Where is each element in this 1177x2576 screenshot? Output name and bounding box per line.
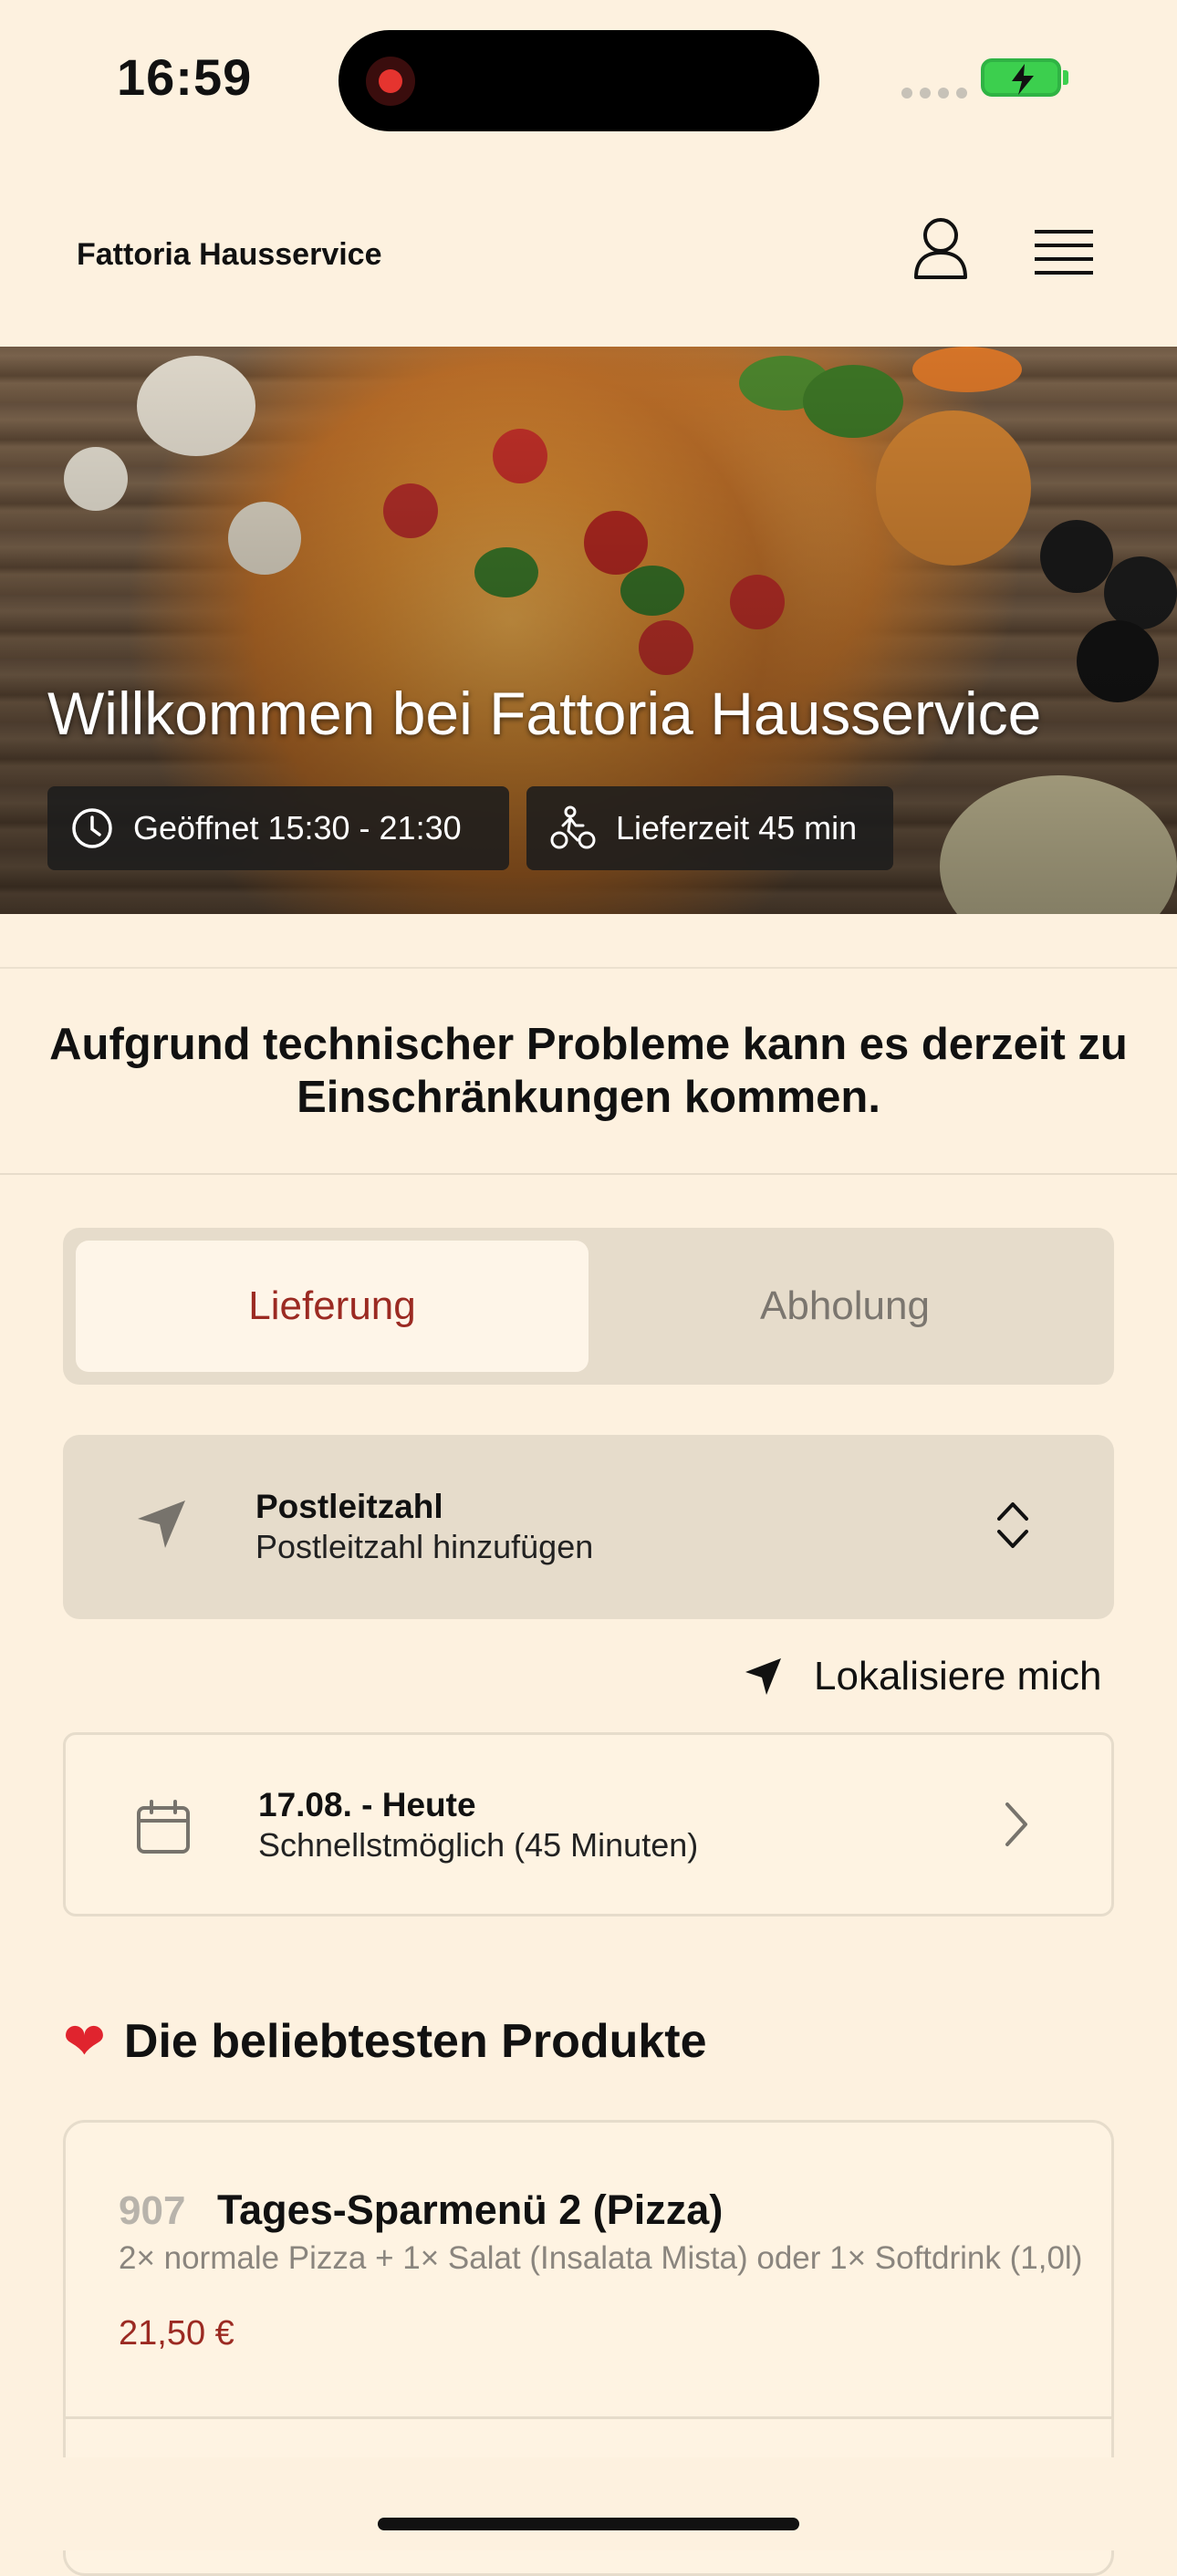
product-divider (66, 2416, 1111, 2419)
product-description: 2× normale Pizza + 1× Salat (Insalata Mi… (119, 2240, 1083, 2276)
recording-indicator-icon (366, 57, 415, 106)
delivery-date-selector[interactable]: 17.08. - Heute Schnellstmöglich (45 Minu… (63, 1732, 1114, 1916)
popular-products-heading: ❤ Die beliebtesten Produkte (63, 2012, 707, 2071)
hero-title: Willkommen bei Fattoria Hausservice (47, 680, 1042, 747)
postcode-selector[interactable]: Postleitzahl Postleitzahl hinzufügen (63, 1435, 1114, 1619)
battery-cap (1063, 70, 1068, 85)
tab-delivery[interactable]: Lieferung (76, 1241, 588, 1372)
user-account-icon[interactable] (907, 213, 974, 281)
delivery-time-text: Lieferzeit 45 min (616, 809, 858, 847)
brand-name[interactable]: Fattoria Hausservice (77, 237, 382, 273)
home-indicator[interactable] (378, 2518, 799, 2530)
chevron-right-icon (1005, 1802, 1027, 1846)
product-name: Tages-Sparmenü 2 (Pizza) (217, 2186, 724, 2233)
status-bar: 16:59 (0, 0, 1177, 155)
battery-charging-icon (981, 58, 1061, 97)
chevron-up-down-icon (997, 1502, 1028, 1548)
product-price: 21,50 € (119, 2314, 234, 2353)
hero-banner: Willkommen bei Fattoria Hausservice Geöf… (0, 347, 1177, 914)
product-number: 907 (119, 2188, 186, 2233)
opening-hours-text: Geöffnet 15:30 - 21:30 (133, 809, 462, 847)
location-arrow-icon (745, 1658, 781, 1695)
dynamic-island (339, 30, 819, 131)
notice-banner: Aufgrund technischer Probleme kann es de… (0, 967, 1177, 1175)
bicycle-courier-icon (550, 805, 596, 849)
cellular-signal-icon (901, 88, 967, 99)
order-mode-toggle: Lieferung Abholung (63, 1228, 1114, 1385)
postcode-placeholder: Postleitzahl hinzufügen (255, 1528, 594, 1565)
date-subtitle: Schnellstmöglich (45 Minuten) (258, 1826, 699, 1864)
bottom-safe-area (0, 2457, 1177, 2550)
app-header: Fattoria Hausservice (0, 155, 1177, 347)
navigation-arrow-icon (138, 1501, 185, 1548)
clock-icon (72, 808, 112, 848)
hamburger-menu-icon[interactable] (1035, 228, 1093, 279)
notice-text: Aufgrund technischer Probleme kann es de… (49, 1020, 1128, 1122)
locate-me-button[interactable]: Lokalisiere mich (743, 1649, 1101, 1704)
opening-hours-badge: Geöffnet 15:30 - 21:30 (47, 786, 509, 870)
delivery-time-badge: Lieferzeit 45 min (526, 786, 893, 870)
date-title: 17.08. - Heute (258, 1786, 476, 1823)
calendar-icon (137, 1800, 190, 1854)
heart-icon: ❤ (63, 2012, 106, 2070)
status-time: 16:59 (117, 48, 253, 106)
postcode-label: Postleitzahl (255, 1488, 443, 1525)
locate-me-label: Lokalisiere mich (814, 1654, 1102, 1698)
popular-heading-text: Die beliebtesten Produkte (123, 2015, 707, 2068)
tab-pickup[interactable]: Abholung (588, 1241, 1101, 1372)
